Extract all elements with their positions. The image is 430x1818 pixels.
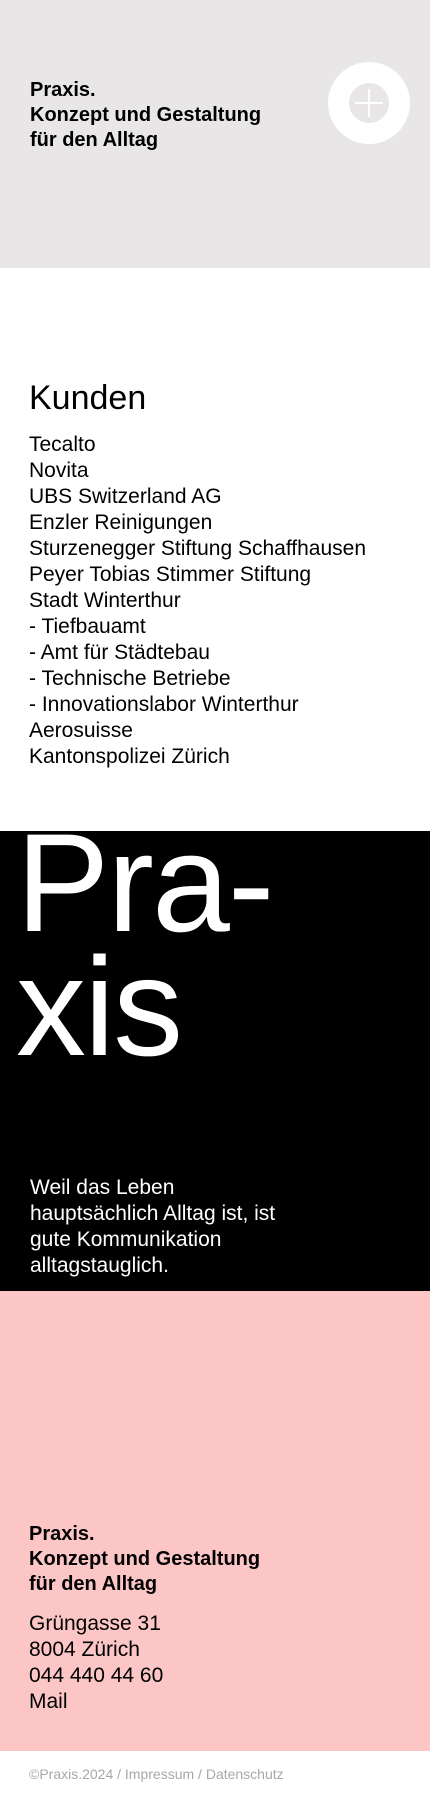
site-title-line: Konzept und Gestaltung xyxy=(30,104,262,126)
clients-title: Kunden xyxy=(29,379,147,417)
contact-phone[interactable]: 044 440 44 60 xyxy=(29,1663,163,1689)
client-item: Aerosuisse xyxy=(29,719,133,742)
hero-wordmark: Pra- xis xyxy=(16,831,274,1085)
contact-address: Grüngasse 31 8004 Zürich 044 440 44 60 M… xyxy=(29,1611,163,1715)
contact-city: 8004 Zürich xyxy=(29,1638,140,1661)
site-footer: ©Praxis.2024 / Impressum / Datenschutz xyxy=(0,1751,430,1818)
clients-list: Tecalto Novita UBS Switzerland AG Enzler… xyxy=(29,432,366,770)
contact-mail-link[interactable]: Mail xyxy=(29,1690,68,1713)
footer-separator: / xyxy=(194,1766,206,1782)
site-title[interactable]: Praxis. Konzept und Gestaltung für den A… xyxy=(30,78,261,153)
client-item: Peyer Tobias Stimmer Stiftung xyxy=(29,563,312,586)
footer-links: ©Praxis.2024 / Impressum / Datenschutz xyxy=(29,1765,284,1783)
menu-toggle-button[interactable] xyxy=(328,62,410,144)
client-item: - Technische Betriebe xyxy=(29,667,231,690)
contact-name-line: für den Alltag xyxy=(29,1573,158,1595)
datenschutz-link[interactable]: Datenschutz xyxy=(206,1766,284,1782)
client-item: Stadt Winterthur xyxy=(29,589,181,612)
contact-company-name: Praxis. Konzept und Gestaltung für den A… xyxy=(29,1522,260,1597)
client-item: - Amt für Städtebau xyxy=(29,641,210,664)
hero-tagline: Weil das Leben hauptsächlich Alltag ist,… xyxy=(30,1176,276,1277)
footer-separator: / xyxy=(113,1766,125,1782)
client-item: Tecalto xyxy=(29,433,96,456)
contact-street: Grüngasse 31 xyxy=(29,1612,161,1635)
contact-name-line: Praxis. xyxy=(29,1523,95,1545)
contact-section: Praxis. Konzept und Gestaltung für den A… xyxy=(0,1291,430,1751)
client-item: - Tiefbauamt xyxy=(29,615,146,638)
client-item: Kantonspolizei Zürich xyxy=(29,745,230,768)
contact-name-line: Konzept und Gestaltung xyxy=(29,1548,261,1570)
plus-icon xyxy=(349,83,389,123)
client-item: Novita xyxy=(29,459,89,482)
client-item: UBS Switzerland AG xyxy=(29,485,222,508)
site-title-line: Praxis. xyxy=(30,79,96,101)
hero-wordmark-line: xis xyxy=(16,928,183,1085)
site-title-line: für den Alltag xyxy=(30,129,159,151)
clients-section: Kunden Tecalto Novita UBS Switzerland AG… xyxy=(0,268,430,831)
client-item: Sturzenegger Stiftung Schaffhausen xyxy=(29,537,367,560)
client-item: Enzler Reinigungen xyxy=(29,511,213,534)
footer-copyright: ©Praxis.2024 xyxy=(29,1766,114,1782)
site-header: Praxis. Konzept und Gestaltung für den A… xyxy=(0,0,430,268)
client-item: - Innovationslabor Winterthur xyxy=(29,693,299,716)
hero-section: Pra- xis Weil das Leben hauptsächlich Al… xyxy=(0,831,430,1291)
impressum-link[interactable]: Impressum xyxy=(125,1766,194,1782)
